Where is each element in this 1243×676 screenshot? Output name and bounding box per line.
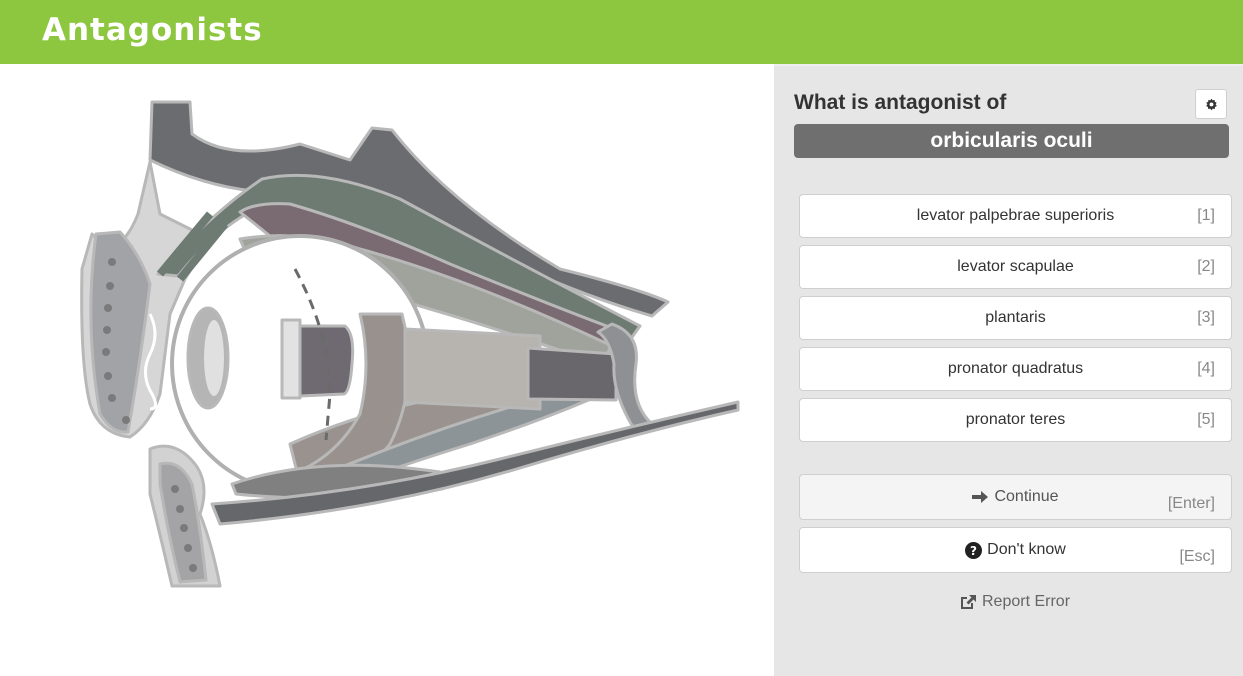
dont-know-hotkey: [Esc] xyxy=(1179,548,1215,565)
term-badge: orbicularis oculi xyxy=(794,124,1229,158)
answer-option-1[interactable]: levator palpebrae superioris [1] xyxy=(799,194,1232,238)
top-bar: Antagonists xyxy=(0,0,1243,64)
dont-know-button[interactable]: ? Don't know [Esc] xyxy=(799,527,1232,573)
continue-button[interactable]: Continue [Enter] xyxy=(799,474,1232,520)
answer-option-5[interactable]: pronator teres [5] xyxy=(799,398,1232,442)
answer-label: pronator teres xyxy=(965,411,1066,428)
answer-label: levator palpebrae superioris xyxy=(916,207,1115,224)
report-error-label: Report Error xyxy=(982,593,1071,610)
dont-know-label: Don't know xyxy=(987,541,1066,558)
external-link-icon xyxy=(959,594,977,611)
settings-button[interactable] xyxy=(1195,89,1227,119)
app-title: Antagonists xyxy=(42,12,263,48)
answer-hotkey: [2] xyxy=(1197,258,1215,275)
svg-text:?: ? xyxy=(970,544,977,558)
answer-option-2[interactable]: levator scapulae [2] xyxy=(799,245,1232,289)
diagram-area xyxy=(0,64,774,676)
question-circle-icon: ? xyxy=(965,541,983,559)
iris-block xyxy=(298,324,355,398)
report-error-link[interactable]: Report Error xyxy=(959,593,1070,611)
question-text: What is antagonist of xyxy=(794,91,1007,114)
answer-hotkey: [3] xyxy=(1197,309,1215,326)
optic-nerve-sheath xyxy=(526,346,618,402)
answer-option-3[interactable]: plantaris [3] xyxy=(799,296,1232,340)
arrow-right-icon xyxy=(972,490,989,504)
answer-hotkey: [4] xyxy=(1197,360,1215,377)
answer-hotkey: [1] xyxy=(1197,207,1215,224)
continue-hotkey: [Enter] xyxy=(1167,495,1215,512)
optic-muscle xyxy=(403,327,542,411)
answer-label: levator scapulae xyxy=(957,258,1074,275)
eye-muscle-diagram xyxy=(80,100,740,588)
continue-label: Continue xyxy=(994,488,1059,505)
gear-icon xyxy=(1205,98,1217,110)
answer-option-4[interactable]: pronator quadratus [4] xyxy=(799,347,1232,391)
question-panel: What is antagonist of orbicularis oculi … xyxy=(774,66,1243,676)
answer-label: plantaris xyxy=(985,309,1046,326)
lens-capsule xyxy=(280,318,302,400)
answer-hotkey: [5] xyxy=(1197,411,1215,428)
answer-label: pronator quadratus xyxy=(947,360,1084,377)
